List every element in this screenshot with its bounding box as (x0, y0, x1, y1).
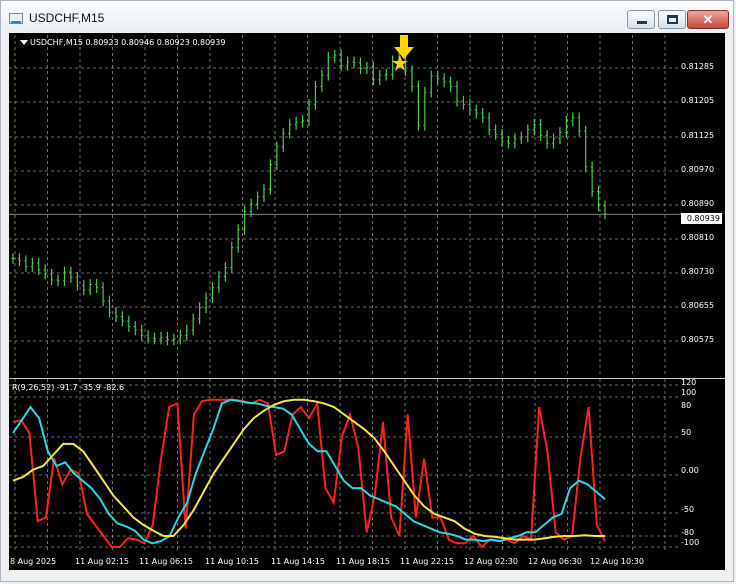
price-tick-label: 0.80730 (681, 267, 715, 276)
price-tick-label: 0.80810 (681, 233, 715, 242)
oscillator-tick-label: -100 (681, 538, 700, 547)
maximize-icon (667, 15, 678, 24)
price-tick-label: 0.80970 (681, 165, 715, 174)
collapse-triangle-icon[interactable] (20, 40, 28, 45)
price-tick-label: 0.80655 (681, 301, 715, 310)
close-button[interactable]: ✕ (687, 10, 729, 29)
time-tick-label: 11 Aug 22:15 (400, 557, 454, 566)
time-tick-label: 11 Aug 14:15 (271, 557, 325, 566)
price-tick-label: 0.81285 (681, 62, 715, 71)
minimize-button[interactable] (627, 10, 655, 29)
time-tick-label: 8 Aug 2025 (10, 557, 57, 566)
time-tick-label: 12 Aug 06:30 (528, 557, 582, 566)
oscillator-tick-label: 0.00 (681, 466, 699, 475)
pane-divider[interactable] (9, 378, 725, 379)
time-tick-label: 12 Aug 02:30 (464, 557, 518, 566)
oscillator-line-r-52 (12, 398, 605, 541)
time-tick-label: 11 Aug 02:15 (75, 557, 129, 566)
oscillator-line-r-26 (12, 398, 606, 545)
price-tick-label: 0.80890 (681, 199, 715, 208)
price-tick-label: 0.81205 (681, 96, 715, 105)
oscillator-tick-label: 100 (681, 388, 697, 397)
star-icon (392, 55, 408, 71)
oscillator-tick-label: 120 (681, 378, 697, 387)
oscillator-line-r-9 (12, 398, 606, 549)
time-tick-label: 11 Aug 18:15 (336, 557, 390, 566)
window-title: USDCHF,M15 (29, 11, 105, 25)
time-tick-label: 11 Aug 06:15 (139, 557, 193, 566)
symbol-info-text: USDCHF,M15 0.80923 0.80946 0.80923 0.809… (30, 38, 226, 47)
chart-window-icon (9, 13, 23, 24)
oscillator-info: R(9,26,52) -91.7 -35.9 -82.6 (12, 383, 125, 392)
oscillator-tick-label: 50 (681, 428, 692, 437)
oscillator-tick-label: -80 (681, 528, 695, 537)
oscillator-tick-label: -50 (681, 505, 695, 514)
oscillator-tick-label: 80 (681, 401, 692, 410)
current-price-label: 0.80939 (681, 213, 722, 224)
symbol-info: USDCHF,M15 0.80923 0.80946 0.80923 0.809… (20, 38, 225, 47)
price-tick-label: 0.81125 (681, 131, 715, 140)
price-tick-label: 0.80575 (681, 335, 715, 344)
maximize-button[interactable] (658, 10, 686, 29)
time-tick-label: 12 Aug 10:30 (590, 557, 644, 566)
title-bar[interactable]: USDCHF,M15 ✕ (1, 1, 733, 34)
chart-svg[interactable] (9, 33, 681, 570)
close-icon: ✕ (702, 12, 714, 27)
time-tick-label: 11 Aug 10:15 (205, 557, 259, 566)
minimize-icon (637, 21, 647, 24)
